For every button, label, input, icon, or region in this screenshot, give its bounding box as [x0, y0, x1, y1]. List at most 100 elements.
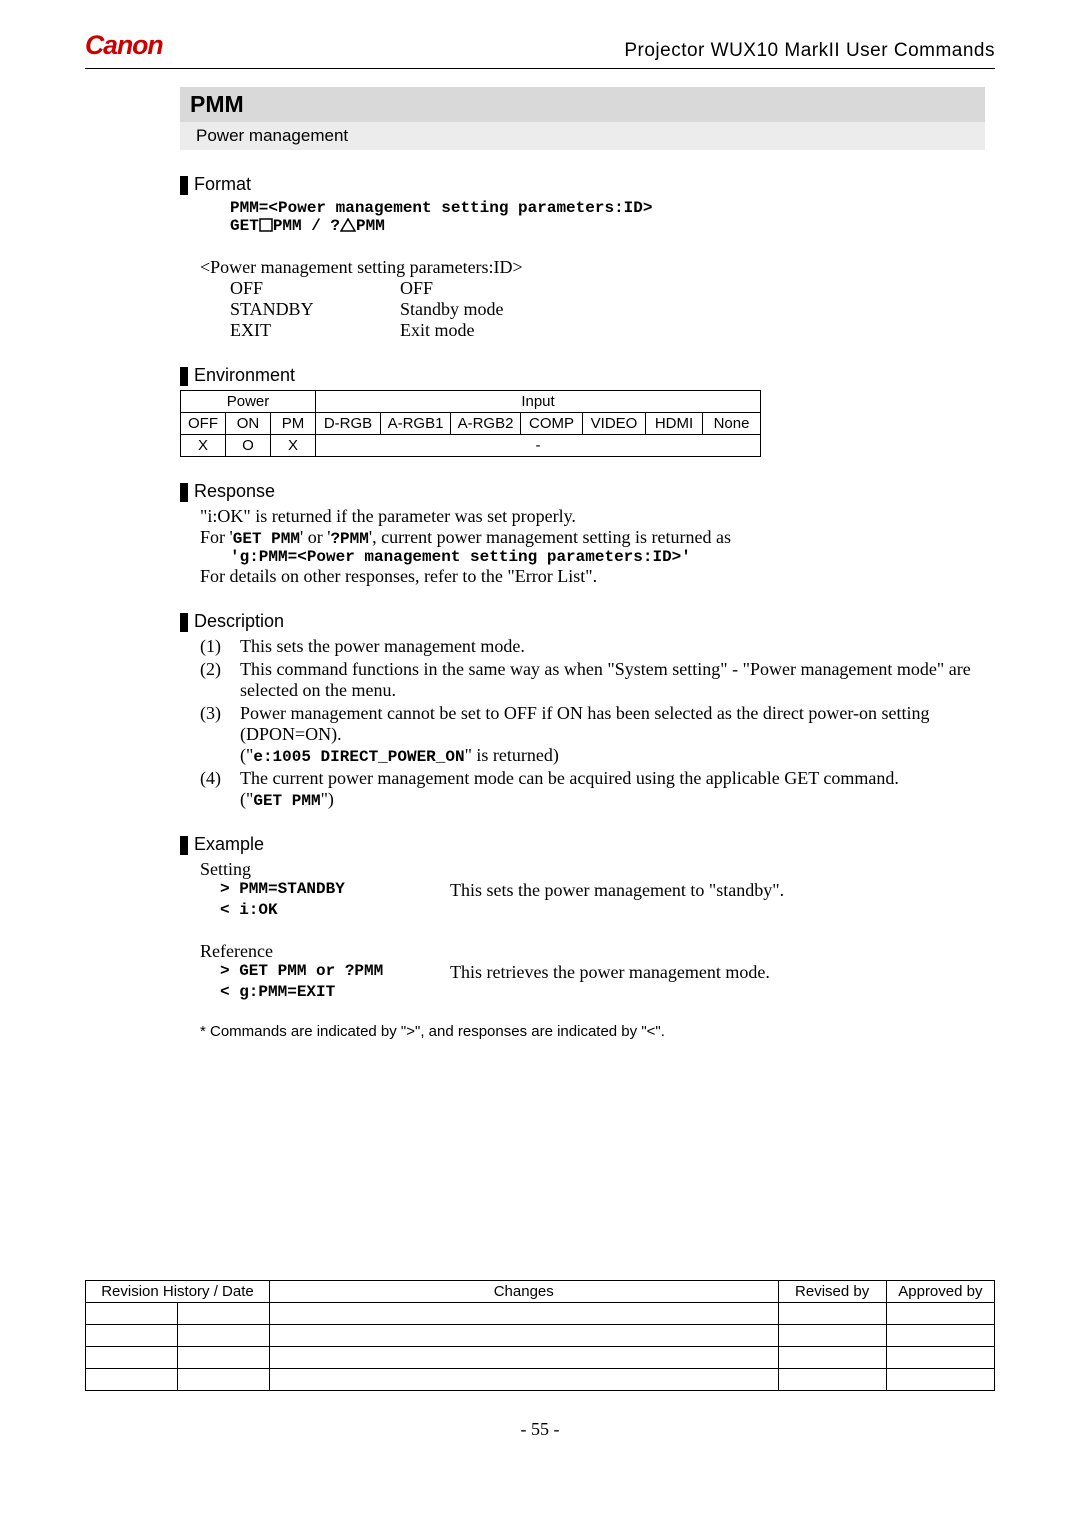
response-line1: "i:OK" is returned if the parameter was … — [200, 506, 985, 527]
example-row: > PMM=STANDBY This sets the power manage… — [220, 880, 985, 901]
env-val: O — [226, 435, 271, 457]
param-row-2: EXIT Exit mode — [230, 320, 985, 341]
env-col: HDMI — [646, 413, 703, 435]
rev-h1: Revision History / Date — [86, 1281, 270, 1303]
t: (" — [240, 789, 253, 809]
t: ', current power management setting is r… — [369, 527, 731, 547]
rev-cell — [177, 1325, 269, 1347]
example-cmd: < g:PMM=EXIT — [220, 983, 450, 1001]
example-cmd: > PMM=STANDBY — [220, 880, 450, 901]
t: GET PMM — [233, 530, 300, 548]
format-pmm2: PMM — [356, 217, 385, 235]
response-code: 'g:PMM=<Power management setting paramet… — [230, 548, 985, 566]
param-meaning: OFF — [400, 278, 433, 299]
command-block: PMM Power management Format PMM=<Power m… — [180, 87, 985, 1040]
rev-cell — [86, 1325, 178, 1347]
rev-cell — [778, 1325, 886, 1347]
t: e:1005 DIRECT_POWER_ON — [253, 748, 464, 766]
env-col: COMP — [521, 413, 583, 435]
rev-cell — [269, 1303, 778, 1325]
page: Canon Projector WUX10 MarkII User Comman… — [0, 0, 1080, 1527]
rev-cell — [269, 1325, 778, 1347]
format-get: GET — [230, 217, 259, 235]
example-row: < i:OK — [220, 901, 985, 919]
t: Power management cannot be set to OFF if… — [240, 703, 929, 744]
param-id: EXIT — [230, 320, 400, 341]
desc-num: (4) — [200, 768, 240, 810]
environment-table: Power Input OFF ON PM D-RGB A-RGB1 A-RGB… — [180, 390, 761, 457]
desc-num: (3) — [200, 703, 240, 766]
page-header: Canon Projector WUX10 MarkII User Comman… — [85, 30, 995, 69]
section-response: Response — [180, 481, 985, 502]
section-environment: Environment — [180, 365, 985, 386]
rev-h4: Approved by — [886, 1281, 994, 1303]
env-col: OFF — [181, 413, 226, 435]
rev-cell — [886, 1369, 994, 1391]
desc-item: (1) This sets the power management mode. — [200, 636, 985, 657]
example-desc: This sets the power management to "stand… — [450, 880, 784, 901]
rev-h3: Revised by — [778, 1281, 886, 1303]
description-list: (1) This sets the power management mode.… — [200, 636, 985, 810]
desc-item: (3) Power management cannot be set to OF… — [200, 703, 985, 766]
env-val: X — [181, 435, 226, 457]
rev-cell — [778, 1369, 886, 1391]
page-number: - 55 - — [85, 1419, 995, 1440]
param-meaning: Standby mode — [400, 299, 504, 320]
rev-cell — [886, 1325, 994, 1347]
doc-title: Projector WUX10 MarkII User Commands — [624, 40, 995, 62]
env-col: A-RGB1 — [381, 413, 451, 435]
t: " is returned) — [465, 745, 559, 765]
revision-table: Revision History / Date Changes Revised … — [85, 1280, 995, 1391]
t: GET PMM — [253, 792, 320, 810]
rev-cell — [177, 1347, 269, 1369]
canon-logo: Canon — [85, 30, 234, 62]
env-col: VIDEO — [583, 413, 646, 435]
rev-cell — [86, 1369, 178, 1391]
triangle-glyph — [340, 218, 356, 232]
format-syntax-2: GET PMM / ? PMM — [230, 217, 985, 235]
t: ") — [321, 789, 334, 809]
rev-cell — [269, 1369, 778, 1391]
section-format: Format — [180, 174, 985, 195]
command-caption: Power management — [180, 122, 985, 150]
format-syntax-1: PMM=<Power management setting parameters… — [230, 199, 985, 217]
env-group-power: Power — [181, 391, 316, 413]
example-reference-label: Reference — [200, 941, 985, 962]
rev-h2: Changes — [269, 1281, 778, 1303]
env-group-input: Input — [316, 391, 761, 413]
rev-cell — [86, 1347, 178, 1369]
t: The current power management mode can be… — [240, 768, 899, 788]
format-pmm1: PMM / ? — [273, 217, 340, 235]
t: ' or ' — [300, 527, 330, 547]
desc-item: (4) The current power management mode ca… — [200, 768, 985, 810]
example-cmd: > GET PMM or ?PMM — [220, 962, 450, 983]
env-val: - — [316, 435, 761, 457]
t: ?PMM — [330, 530, 368, 548]
example-row: > GET PMM or ?PMM This retrieves the pow… — [220, 962, 985, 983]
param-id: OFF — [230, 278, 400, 299]
rev-cell — [886, 1303, 994, 1325]
env-col: None — [703, 413, 761, 435]
rect-glyph — [259, 218, 273, 232]
desc-text: The current power management mode can be… — [240, 768, 985, 810]
desc-num: (1) — [200, 636, 240, 657]
response-line2: For 'GET PMM' or '?PMM', current power m… — [200, 527, 985, 548]
rev-cell — [177, 1369, 269, 1391]
example-note: * Commands are indicated by ">", and res… — [200, 1023, 985, 1040]
desc-text: This command functions in the same way a… — [240, 659, 985, 701]
env-col: PM — [271, 413, 316, 435]
env-col: ON — [226, 413, 271, 435]
rev-cell — [778, 1303, 886, 1325]
rev-cell — [177, 1303, 269, 1325]
response-line3: For details on other responses, refer to… — [200, 566, 985, 587]
param-title: <Power management setting parameters:ID> — [200, 257, 985, 278]
svg-text:Canon: Canon — [85, 30, 163, 60]
env-val: X — [271, 435, 316, 457]
command-name: PMM — [180, 87, 985, 122]
desc-text: Power management cannot be set to OFF if… — [240, 703, 985, 766]
example-setting-label: Setting — [200, 859, 985, 880]
rev-cell — [886, 1347, 994, 1369]
example-desc: This retrieves the power management mode… — [450, 962, 770, 983]
rev-cell — [778, 1347, 886, 1369]
t: For ' — [200, 527, 233, 547]
